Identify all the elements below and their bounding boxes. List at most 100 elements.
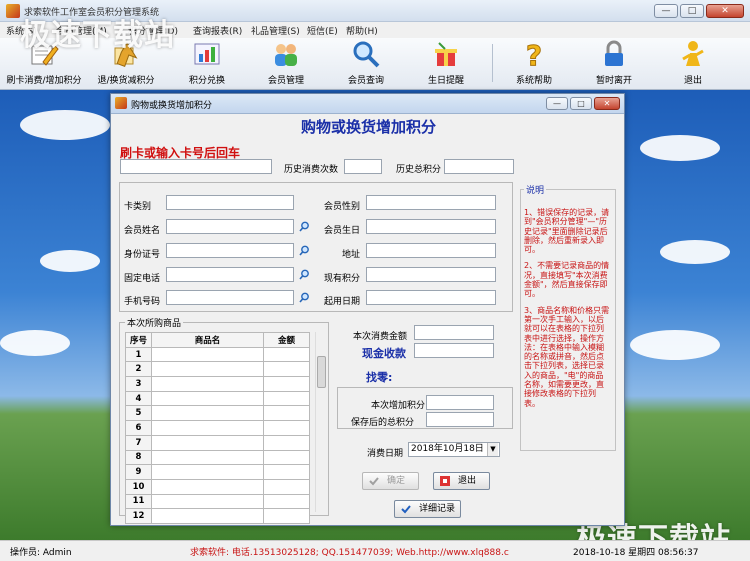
members-icon	[275, 44, 297, 66]
consume-date-label: 消费日期	[367, 449, 404, 459]
toolbar-points-exchange-button[interactable]: 积分兑换	[176, 40, 238, 88]
dialog-maximize-button[interactable]: □	[570, 97, 592, 110]
amount-cell[interactable]	[263, 420, 310, 436]
search-name-icon[interactable]	[299, 221, 310, 232]
toolbar-separator	[492, 44, 493, 82]
goods-name-cell[interactable]	[151, 376, 264, 392]
card-number-input[interactable]	[120, 159, 272, 174]
dialog-minimize-button[interactable]: —	[546, 97, 568, 110]
phone-field[interactable]	[166, 267, 294, 282]
goods-name-cell[interactable]	[151, 390, 264, 407]
search-mobile-icon[interactable]	[299, 292, 310, 303]
table-row[interactable]: 1	[125, 346, 310, 363]
amount-cell[interactable]	[263, 478, 310, 495]
amount-cell[interactable]	[263, 449, 310, 466]
table-row[interactable]: 3	[125, 376, 310, 392]
change-label: 找零:	[366, 371, 393, 384]
consume-date-value: 2018年10月18日	[411, 444, 484, 454]
search-phone-icon[interactable]	[299, 269, 310, 280]
consume-date-picker[interactable]: 2018年10月18日 ▼	[408, 442, 500, 457]
history-count-field[interactable]	[344, 159, 382, 174]
dialog-heading: 购物或换货增加积分	[300, 118, 436, 136]
member-name-label: 会员姓名	[124, 226, 161, 236]
maximize-button[interactable]: □	[680, 4, 704, 18]
mobile-field[interactable]	[166, 290, 294, 305]
member-name-field[interactable]	[166, 219, 294, 234]
table-row[interactable]: 2	[125, 361, 310, 378]
toolbar-birthday-remind-button[interactable]: 生日提醒	[418, 40, 474, 88]
toolbar-away-lock-button[interactable]: 暂时离开	[588, 40, 640, 88]
toolbar-member-manage-button[interactable]: 会员管理	[256, 40, 316, 88]
goods-name-cell[interactable]	[151, 508, 264, 524]
goods-name-cell[interactable]	[151, 346, 264, 363]
toolbar-member-query-button[interactable]: 会员查询	[336, 40, 396, 88]
table-row[interactable]: 5	[125, 405, 310, 422]
consume-amount-field[interactable]	[414, 325, 494, 340]
note-3: 3、商品名称和价格只需第一次手工输入，以后就可以在表格的下拉列表中进行选择，操作…	[524, 305, 610, 408]
amount-cell[interactable]	[263, 464, 310, 480]
table-row[interactable]: 7	[125, 434, 310, 451]
amount-cell[interactable]	[263, 376, 310, 392]
goods-name-cell[interactable]	[151, 478, 264, 495]
goods-name-cell[interactable]	[151, 405, 264, 422]
cash-received-field[interactable]	[414, 343, 494, 358]
menu-sms[interactable]: 短信(E)	[307, 24, 338, 37]
menu-gifts[interactable]: 礼品管理(S)	[251, 24, 300, 37]
table-row[interactable]: 12	[125, 508, 310, 524]
history-points-field[interactable]	[444, 159, 514, 174]
member-birthday-field[interactable]	[366, 219, 496, 234]
amount-cell[interactable]	[263, 346, 310, 363]
amount-cell[interactable]	[263, 361, 310, 378]
amount-cell[interactable]	[263, 493, 310, 510]
exit-dialog-button[interactable]: 退出	[433, 472, 490, 490]
goods-name-cell[interactable]	[151, 434, 264, 451]
amount-cell[interactable]	[263, 508, 310, 524]
goods-name-cell[interactable]	[151, 420, 264, 436]
goods-name-cell[interactable]	[151, 449, 264, 466]
member-gender-label: 会员性别	[324, 202, 361, 212]
table-row[interactable]: 8	[125, 449, 310, 466]
svg-text:?: ?	[526, 40, 542, 68]
dialog-close-button[interactable]: ✕	[594, 97, 620, 110]
goods-name-cell[interactable]	[151, 361, 264, 378]
scrollbar-thumb[interactable]	[317, 356, 326, 388]
start-date-field[interactable]	[366, 290, 496, 305]
goods-name-cell[interactable]	[151, 493, 264, 510]
goods-name-cell[interactable]	[151, 464, 264, 480]
table-row[interactable]: 4	[125, 390, 310, 407]
toolbar-exit-button[interactable]: 退出	[670, 40, 716, 88]
chevron-down-icon[interactable]: ▼	[487, 443, 498, 456]
toolbar-system-help-button[interactable]: ? 系统帮助	[508, 40, 560, 88]
table-row[interactable]: 9	[125, 464, 310, 480]
consume-amount-label: 本次消费金额	[353, 332, 408, 342]
amount-cell[interactable]	[263, 390, 310, 407]
search-id-icon[interactable]	[299, 245, 310, 256]
close-button[interactable]: ✕	[706, 4, 744, 18]
notes-text: 1、错误保存的记录，请到"会员积分管理"—"历史记录"里面删除记录后删除，然后重…	[524, 208, 610, 415]
confirm-button[interactable]: 确定	[362, 472, 419, 490]
exit-door-icon	[440, 476, 450, 486]
cash-received-label: 现金收款	[362, 347, 406, 360]
amount-cell[interactable]	[263, 434, 310, 451]
operator-status: 操作员: Admin	[10, 548, 72, 558]
column-header-goods-name[interactable]: 商品名	[151, 332, 264, 348]
card-type-field[interactable]	[166, 195, 294, 210]
table-row[interactable]: 11	[125, 493, 310, 510]
minimize-button[interactable]: —	[654, 4, 678, 18]
total-after-field[interactable]	[426, 412, 494, 427]
member-gender-field[interactable]	[366, 195, 496, 210]
table-row[interactable]: 6	[125, 420, 310, 436]
id-number-field[interactable]	[166, 243, 294, 258]
column-header-no[interactable]: 序号	[125, 332, 152, 348]
current-points-field[interactable]	[366, 267, 496, 282]
add-points-field[interactable]	[426, 395, 494, 410]
column-header-amount[interactable]: 金额	[263, 332, 310, 348]
address-field[interactable]	[366, 243, 496, 258]
detail-record-button[interactable]: 详细记录	[394, 500, 461, 518]
status-bar: 操作员: Admin 求索软件: 电话.13513025128; QQ.1514…	[0, 540, 750, 561]
menu-help[interactable]: 帮助(H)	[346, 24, 378, 37]
goods-table-scrollbar[interactable]	[315, 332, 326, 512]
amount-cell[interactable]	[263, 405, 310, 422]
table-row[interactable]: 10	[125, 478, 310, 495]
menu-reports[interactable]: 查询报表(R)	[193, 24, 242, 37]
